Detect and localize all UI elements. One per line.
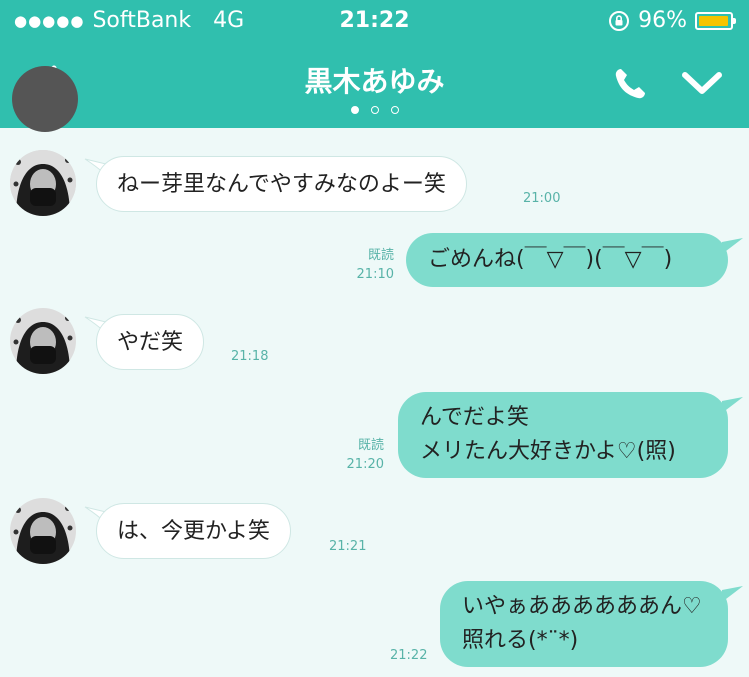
- message-bubble-incoming[interactable]: やだ笑: [96, 314, 205, 370]
- page-indicator: [0, 106, 749, 114]
- contact-avatar[interactable]: [10, 308, 76, 374]
- message-time: 21:22: [390, 648, 428, 663]
- message-bubble-incoming[interactable]: ねー芽里なんでやすみなのよー笑: [96, 156, 467, 212]
- contact-avatar[interactable]: [10, 150, 76, 216]
- bubble-tail: [722, 397, 743, 413]
- contact-avatar[interactable]: [10, 498, 76, 564]
- message-bubble-outgoing[interactable]: んでだよ笑 メリたん大好きかよ♡(照): [398, 392, 728, 478]
- battery-icon: [695, 11, 736, 30]
- avatar: [12, 66, 78, 132]
- bubble-tail: [722, 586, 743, 602]
- battery-percent: 96%: [638, 8, 687, 33]
- status-bar: ●●●●● SoftBank 4G 21:22 96%: [0, 0, 749, 40]
- phone-icon[interactable]: [612, 66, 648, 102]
- message-time: 21:18: [231, 349, 269, 364]
- chat-header: ●●●●● SoftBank 4G 21:22 96% 黒木あゆみ: [0, 0, 749, 128]
- message-bubble-outgoing[interactable]: いやぁああああああん♡ 照れる(*¨*): [440, 581, 728, 667]
- message-bubble-outgoing[interactable]: ごめんね(￣▽￣)(￣▽￣): [406, 233, 728, 287]
- page-dot[interactable]: [370, 106, 379, 114]
- page-dot[interactable]: [350, 106, 359, 114]
- message-time: 21:20: [346, 457, 384, 472]
- chevron-down-icon[interactable]: [680, 70, 724, 98]
- message-time: 21:21: [329, 539, 367, 554]
- page-dot[interactable]: [390, 106, 399, 114]
- read-receipt: 既読: [357, 438, 384, 453]
- rotation-lock-icon: [609, 10, 630, 31]
- message-bubble-incoming[interactable]: は、今更かよ笑: [96, 503, 291, 559]
- message-time: 21:00: [523, 191, 561, 206]
- read-receipt: 既読: [367, 248, 394, 263]
- bubble-tail: [722, 238, 743, 254]
- message-time: 21:10: [356, 267, 394, 282]
